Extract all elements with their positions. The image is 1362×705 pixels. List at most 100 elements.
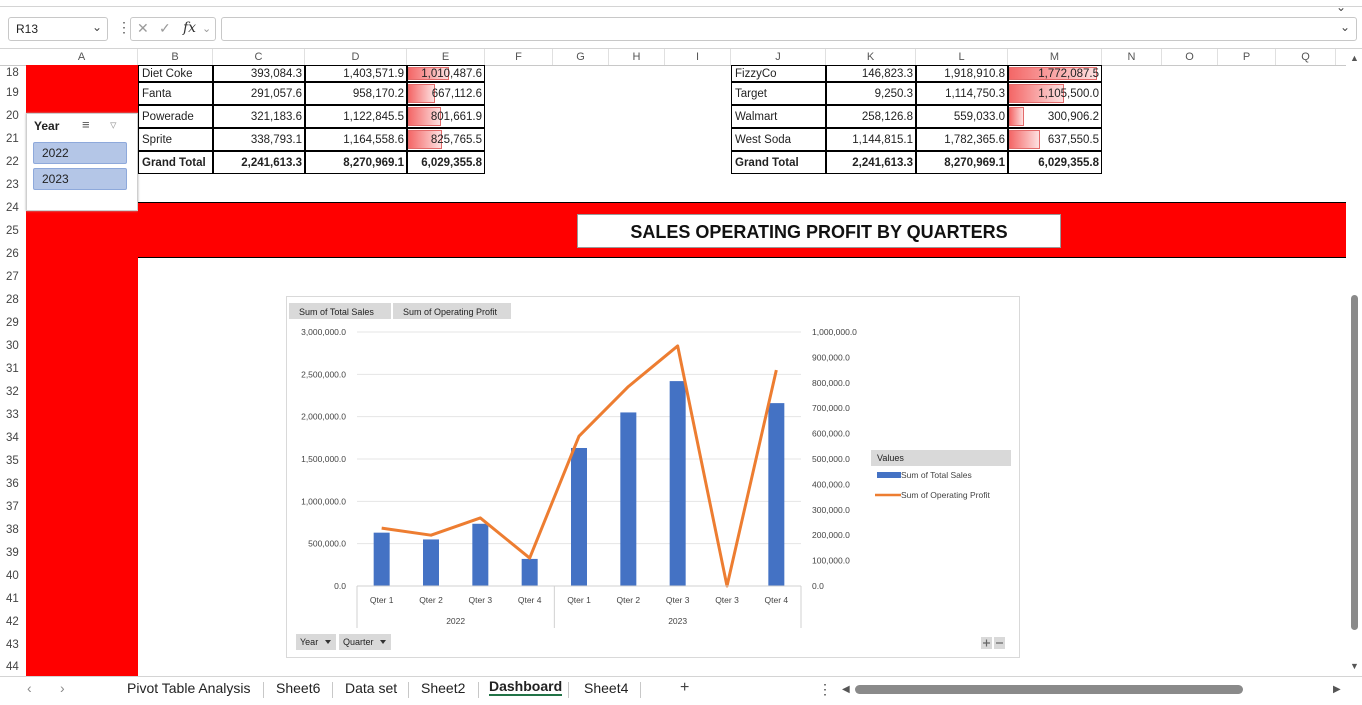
scroll-up-icon[interactable]: ▲: [1350, 53, 1359, 63]
collapse-ribbon-icon[interactable]: ⌄: [1336, 0, 1346, 14]
tab-sheet2[interactable]: Sheet2: [421, 680, 465, 696]
right-table-grand-total-label[interactable]: Grand Total: [731, 151, 826, 174]
column-header-a[interactable]: A: [26, 49, 138, 65]
row-header-22[interactable]: 22: [0, 156, 26, 168]
column-header-n[interactable]: N: [1102, 49, 1162, 65]
right-table-cell[interactable]: 1,105,500.0: [1008, 82, 1102, 105]
column-header-d[interactable]: D: [305, 49, 407, 65]
column-header-h[interactable]: H: [609, 49, 665, 65]
right-table-grand-total-cell[interactable]: 2,241,613.3: [826, 151, 916, 174]
confirm-icon[interactable]: ✓: [159, 20, 171, 37]
row-header-44[interactable]: 44: [0, 661, 26, 673]
bar-total-sales[interactable]: [768, 403, 784, 586]
row-header-43[interactable]: 43: [0, 639, 26, 651]
tab-dashboard[interactable]: Dashboard: [489, 678, 562, 696]
left-table-cell[interactable]: 667,112.6: [407, 82, 485, 105]
right-table-cell[interactable]: 9,250.3: [826, 82, 916, 105]
right-table-cell[interactable]: 1,144,815.1: [826, 128, 916, 151]
bar-total-sales[interactable]: [620, 412, 636, 586]
right-table-row-label[interactable]: FizzyCo: [731, 65, 826, 82]
column-header-f[interactable]: F: [485, 49, 553, 65]
row-header-21[interactable]: 21: [0, 133, 26, 145]
row-header-28[interactable]: 28: [0, 294, 26, 306]
left-table-cell[interactable]: 393,084.3: [213, 65, 305, 82]
column-header-l[interactable]: L: [916, 49, 1008, 65]
tab-data-set[interactable]: Data set: [345, 680, 397, 696]
bar-total-sales[interactable]: [423, 539, 439, 586]
name-box[interactable]: R13 ⌄: [8, 17, 108, 41]
column-header-c[interactable]: C: [213, 49, 305, 65]
right-table-grand-total-cell[interactable]: 8,270,969.1: [916, 151, 1008, 174]
chevron-down-icon[interactable]: ⌄: [92, 20, 102, 34]
row-header-35[interactable]: 35: [0, 455, 26, 467]
column-header-p[interactable]: P: [1218, 49, 1276, 65]
row-header-30[interactable]: 30: [0, 340, 26, 352]
column-header-q[interactable]: Q: [1276, 49, 1336, 65]
row-header-31[interactable]: 31: [0, 363, 26, 375]
left-table-cell[interactable]: 801,661.9: [407, 105, 485, 128]
field-button-label[interactable]: Sum of Total Sales: [299, 307, 374, 317]
bar-total-sales[interactable]: [472, 524, 488, 586]
right-table-grand-total-cell[interactable]: 6,029,355.8: [1008, 151, 1102, 174]
right-table-cell[interactable]: 1,782,365.6: [916, 128, 1008, 151]
right-table-cell[interactable]: 1,772,087.5: [1008, 65, 1102, 82]
left-table-cell[interactable]: 1,164,558.6: [305, 128, 407, 151]
slicer-item-2022[interactable]: 2022: [33, 142, 127, 164]
row-header-20[interactable]: 20: [0, 110, 26, 122]
left-table-row-label[interactable]: Diet Coke: [138, 65, 213, 82]
column-header-g[interactable]: G: [553, 49, 609, 65]
row-header-42[interactable]: 42: [0, 616, 26, 628]
tab-pivot-table-analysis[interactable]: Pivot Table Analysis: [127, 680, 250, 696]
row-header-18[interactable]: 18: [0, 67, 26, 79]
left-table-cell[interactable]: 291,057.6: [213, 82, 305, 105]
year-slicer[interactable]: Year ≡ ▿ 2022 2023: [26, 113, 138, 211]
function-icon[interactable]: fx: [183, 20, 196, 36]
column-header-k[interactable]: K: [826, 49, 916, 65]
tab-sheet6[interactable]: Sheet6: [276, 680, 320, 696]
column-header-j[interactable]: J: [731, 49, 826, 65]
horizontal-scroll-thumb[interactable]: [855, 685, 1243, 694]
left-table-cell[interactable]: 338,793.1: [213, 128, 305, 151]
row-header-34[interactable]: 34: [0, 432, 26, 444]
row-header-36[interactable]: 36: [0, 478, 26, 490]
bar-total-sales[interactable]: [670, 381, 686, 586]
row-header-29[interactable]: 29: [0, 317, 26, 329]
right-table-cell[interactable]: 258,126.8: [826, 105, 916, 128]
chevron-down-icon[interactable]: ⌄: [202, 22, 211, 35]
row-header-25[interactable]: 25: [0, 225, 26, 237]
row-header-23[interactable]: 23: [0, 179, 26, 191]
bar-total-sales[interactable]: [522, 559, 538, 586]
right-table-cell[interactable]: 559,033.0: [916, 105, 1008, 128]
right-table-row-label[interactable]: Walmart: [731, 105, 826, 128]
axis-field-label[interactable]: Year: [300, 637, 318, 647]
right-table-cell[interactable]: 1,114,750.3: [916, 82, 1008, 105]
row-header-27[interactable]: 27: [0, 271, 26, 283]
left-table-grand-total-cell[interactable]: 8,270,969.1: [305, 151, 407, 174]
pivot-chart[interactable]: Sum of Total Sales Sum of Operating Profi…: [286, 296, 1020, 658]
vertical-scroll-thumb[interactable]: [1351, 295, 1358, 630]
more-options-icon[interactable]: ⋮: [117, 19, 131, 36]
tab-options-icon[interactable]: ⋮: [818, 681, 832, 698]
right-table-cell[interactable]: 300,906.2: [1008, 105, 1102, 128]
prev-sheet-icon[interactable]: ‹: [27, 680, 32, 696]
left-table-cell[interactable]: 321,183.6: [213, 105, 305, 128]
multi-select-icon[interactable]: ≡: [82, 117, 90, 132]
column-header-o[interactable]: O: [1162, 49, 1218, 65]
axis-field-label[interactable]: Quarter: [343, 637, 374, 647]
next-sheet-icon[interactable]: ›: [60, 680, 65, 696]
scroll-left-icon[interactable]: ◀: [842, 684, 850, 695]
left-table-cell[interactable]: 825,765.5: [407, 128, 485, 151]
cancel-icon[interactable]: ✕: [137, 20, 149, 37]
left-table-row-label[interactable]: Powerade: [138, 105, 213, 128]
left-table-row-label[interactable]: Fanta: [138, 82, 213, 105]
bar-total-sales[interactable]: [571, 448, 587, 586]
field-button-label[interactable]: Sum of Operating Profit: [403, 307, 498, 317]
left-table-cell[interactable]: 958,170.2: [305, 82, 407, 105]
row-header-41[interactable]: 41: [0, 593, 26, 605]
scroll-right-icon[interactable]: ▶: [1333, 684, 1341, 695]
left-table-grand-total-cell[interactable]: 6,029,355.8: [407, 151, 485, 174]
row-header-19[interactable]: 19: [0, 87, 26, 99]
column-header-e[interactable]: E: [407, 49, 485, 65]
right-table-cell[interactable]: 1,918,910.8: [916, 65, 1008, 82]
left-table-cell[interactable]: 1,010,487.6: [407, 65, 485, 82]
